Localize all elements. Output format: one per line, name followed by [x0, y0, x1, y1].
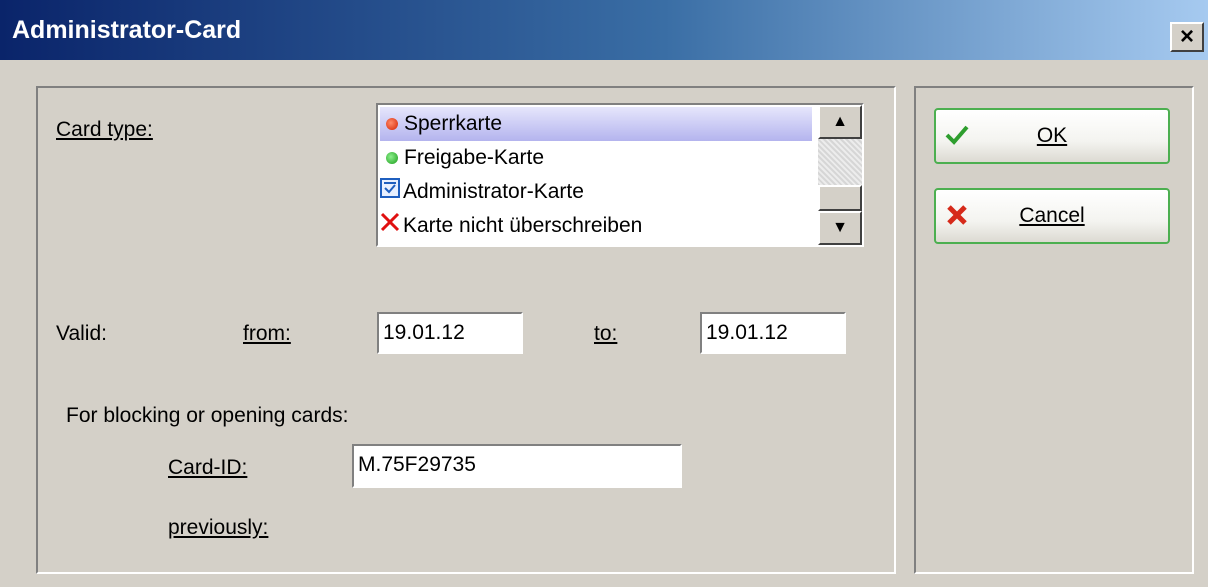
scroll-down-button[interactable]: ▼ [818, 211, 862, 245]
ok-button[interactable]: OK [934, 108, 1170, 164]
valid-to-value: 19.01.12 [706, 321, 788, 344]
list-item-label: Administrator-Karte [403, 180, 584, 203]
valid-to-input[interactable]: 19.01.12 [700, 312, 846, 354]
from-label: from: [243, 322, 291, 345]
close-icon: × [1179, 23, 1194, 50]
card-id-value: M.75F29735 [358, 453, 476, 476]
arrow-down-icon: ▼ [832, 219, 848, 236]
red-dot-icon [386, 118, 398, 131]
checkbox-icon [380, 175, 400, 209]
list-item-sperrkarte[interactable]: Sperrkarte [380, 107, 812, 141]
list-item-label: Karte nicht überschreiben [403, 214, 643, 237]
valid-from-input[interactable]: 19.01.12 [377, 312, 523, 354]
list-item-administrator-karte[interactable]: Administrator-Karte [380, 175, 812, 209]
previously-label: previously: [168, 516, 269, 539]
scroll-thumb[interactable] [818, 185, 862, 211]
list-item-freigabe-karte[interactable]: Freigabe-Karte [380, 141, 812, 175]
green-dot-icon [386, 152, 398, 165]
list-item-karte-nicht-ueberschreiben[interactable]: Karte nicht überschreiben [380, 209, 812, 243]
to-label: to: [594, 322, 618, 345]
valid-label: Valid: [56, 322, 107, 345]
card-id-input[interactable]: M.75F29735 [352, 444, 682, 488]
scroll-up-button[interactable]: ▲ [818, 105, 862, 139]
valid-from-value: 19.01.12 [383, 321, 465, 344]
card-type-label-text: Card type: [56, 118, 153, 141]
close-button[interactable]: × [1170, 22, 1204, 52]
cancel-button[interactable]: Cancel [934, 188, 1170, 244]
list-scrollbar[interactable]: ▲ ▼ [818, 105, 862, 245]
cancel-label: Cancel [1019, 204, 1085, 227]
list-item-label: Sperrkarte [404, 112, 503, 135]
arrow-up-icon: ▲ [832, 113, 848, 130]
card-type-label: Card type: [56, 118, 153, 142]
card-type-list[interactable]: Sperrkarte Freigabe-Karte Administrator-… [376, 103, 864, 247]
list-item-label: Freigabe-Karte [404, 146, 545, 169]
window-title: Administrator-Card [12, 16, 242, 44]
ok-label: OK [1036, 124, 1068, 147]
card-id-label: Card-ID: [168, 456, 248, 479]
red-x-icon [380, 209, 400, 243]
blocking-heading: For blocking or opening cards: [66, 404, 349, 427]
title-bar[interactable]: Administrator-Card × [0, 0, 1208, 60]
